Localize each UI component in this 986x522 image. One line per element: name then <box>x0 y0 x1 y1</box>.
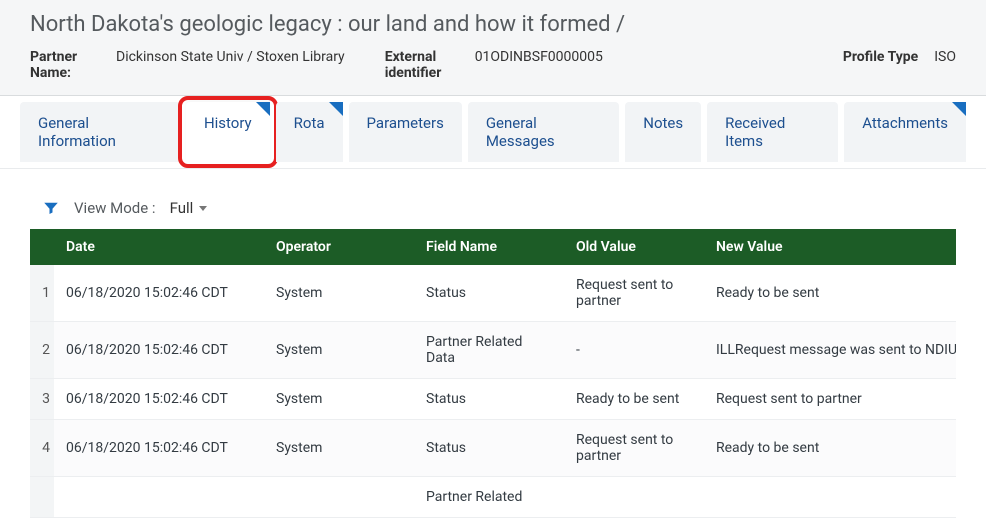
col-operator[interactable]: Operator <box>264 229 414 265</box>
chevron-down-icon <box>199 206 207 211</box>
row-index: 2 <box>30 322 54 379</box>
profile-type-value: ISO <box>934 49 956 65</box>
history-table: Date Operator Field Name Old Value New V… <box>30 229 956 518</box>
view-mode-value: Full <box>170 199 194 217</box>
cell-operator <box>264 477 414 518</box>
meta-row: Partner Name: Dickinson State Univ / Sto… <box>30 49 956 81</box>
external-id-group: External identifier 01ODINBSF0000005 <box>385 49 603 81</box>
tab-label: Notes <box>643 114 683 132</box>
tab-label: Attachments <box>862 114 948 132</box>
row-index: 1 <box>30 265 54 322</box>
record-header: North Dakota's geologic legacy : our lan… <box>0 0 986 96</box>
table-row[interactable]: 206/18/2020 15:02:46 CDTSystemPartner Re… <box>30 322 956 379</box>
view-mode-select[interactable]: Full <box>170 199 208 217</box>
table-row[interactable]: 106/18/2020 15:02:46 CDTSystemStatusRequ… <box>30 265 956 322</box>
tab-history[interactable]: History <box>186 102 270 162</box>
col-index <box>30 229 54 265</box>
table-row[interactable]: 406/18/2020 15:02:46 CDTSystemStatusRequ… <box>30 420 956 477</box>
cell-new-value: Ready to be sent <box>704 420 956 477</box>
row-index: 4 <box>30 420 54 477</box>
history-toolbar: View Mode : Full <box>30 199 956 229</box>
tab-indicator-icon <box>952 102 966 116</box>
tab-rota[interactable]: Rota <box>276 102 343 162</box>
cell-date: 06/18/2020 15:02:46 CDT <box>54 322 264 379</box>
external-id-value: 01ODINBSF0000005 <box>475 49 603 65</box>
tab-general-messages[interactable]: General Messages <box>468 102 619 162</box>
cell-old-value: - <box>564 322 704 379</box>
cell-field: Partner Related Data <box>414 322 564 379</box>
col-new-value[interactable]: New Value <box>704 229 956 265</box>
tab-label: General Information <box>38 114 116 150</box>
cell-operator: System <box>264 322 414 379</box>
cell-field: Status <box>414 379 564 420</box>
table-row[interactable]: Partner Related <box>30 477 956 518</box>
cell-old-value: Request sent to partner <box>564 265 704 322</box>
tab-parameters[interactable]: Parameters <box>349 102 462 162</box>
tab-general-information[interactable]: General Information <box>20 102 180 162</box>
col-old-value[interactable]: Old Value <box>564 229 704 265</box>
tab-label: General Messages <box>486 114 555 150</box>
tab-indicator-icon <box>256 102 270 116</box>
row-index <box>30 477 54 518</box>
cell-new-value: ILLRequest message was sent to NDIUT on <box>704 322 956 379</box>
profile-type-label: Profile Type <box>843 49 918 65</box>
cell-field: Partner Related <box>414 477 564 518</box>
cell-old-value <box>564 477 704 518</box>
cell-field: Status <box>414 265 564 322</box>
cell-old-value: Ready to be sent <box>564 379 704 420</box>
tab-label: History <box>204 114 252 132</box>
tab-label: Received Items <box>725 114 785 150</box>
cell-new-value: Request sent to partner <box>704 379 956 420</box>
table-row[interactable]: 306/18/2020 15:02:46 CDTSystemStatusRead… <box>30 379 956 420</box>
partner-name-group: Partner Name: Dickinson State Univ / Sto… <box>30 49 345 81</box>
view-mode-label: View Mode : <box>74 199 156 217</box>
tab-label: Parameters <box>367 114 444 132</box>
partner-name-label: Partner Name: <box>30 49 100 81</box>
col-date[interactable]: Date <box>54 229 264 265</box>
tab-bar: General Information History Rota Parameters… <box>0 96 986 169</box>
cell-operator: System <box>264 379 414 420</box>
cell-date: 06/18/2020 15:02:46 CDT <box>54 379 264 420</box>
cell-field: Status <box>414 420 564 477</box>
cell-date: 06/18/2020 15:02:46 CDT <box>54 265 264 322</box>
cell-date <box>54 477 264 518</box>
tab-notes[interactable]: Notes <box>625 102 701 162</box>
tab-attachments[interactable]: Attachments <box>844 102 966 162</box>
cell-new-value: Ready to be sent <box>704 265 956 322</box>
cell-operator: System <box>264 420 414 477</box>
history-panel: View Mode : Full Date Operator Field Nam… <box>0 169 986 518</box>
partner-name-value: Dickinson State Univ / Stoxen Library <box>116 49 345 65</box>
cell-old-value: Request sent to partner <box>564 420 704 477</box>
cell-date: 06/18/2020 15:02:46 CDT <box>54 420 264 477</box>
cell-new-value <box>704 477 956 518</box>
page-title: North Dakota's geologic legacy : our lan… <box>30 12 956 37</box>
tab-label: Rota <box>294 114 325 132</box>
cell-operator: System <box>264 265 414 322</box>
external-id-label: External identifier <box>385 49 459 81</box>
tab-received-items[interactable]: Received Items <box>707 102 838 162</box>
profile-type-group: Profile Type ISO <box>843 49 956 65</box>
tab-indicator-icon <box>329 102 343 116</box>
col-field[interactable]: Field Name <box>414 229 564 265</box>
filter-icon[interactable] <box>42 199 60 217</box>
row-index: 3 <box>30 379 54 420</box>
table-header-row: Date Operator Field Name Old Value New V… <box>30 229 956 265</box>
